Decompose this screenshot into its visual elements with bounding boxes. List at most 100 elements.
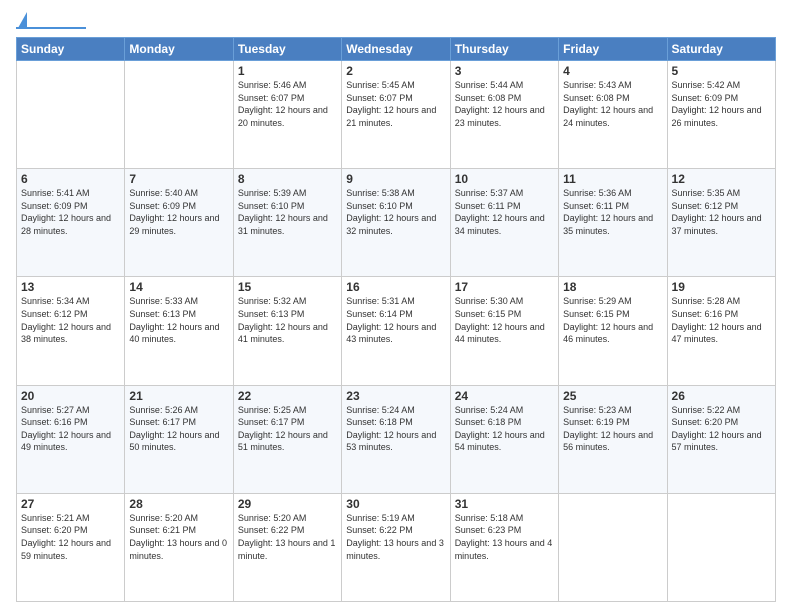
day-info: Sunrise: 5:24 AMSunset: 6:18 PMDaylight:… [455, 404, 554, 454]
calendar-cell [17, 61, 125, 169]
calendar-cell: 25Sunrise: 5:23 AMSunset: 6:19 PMDayligh… [559, 385, 667, 493]
day-number: 11 [563, 172, 662, 186]
day-number: 25 [563, 389, 662, 403]
day-number: 17 [455, 280, 554, 294]
calendar-cell: 12Sunrise: 5:35 AMSunset: 6:12 PMDayligh… [667, 169, 775, 277]
day-number: 1 [238, 64, 337, 78]
day-number: 24 [455, 389, 554, 403]
calendar-cell: 15Sunrise: 5:32 AMSunset: 6:13 PMDayligh… [233, 277, 341, 385]
weekday-header-saturday: Saturday [667, 38, 775, 61]
day-info: Sunrise: 5:22 AMSunset: 6:20 PMDaylight:… [672, 404, 771, 454]
weekday-header-thursday: Thursday [450, 38, 558, 61]
day-number: 8 [238, 172, 337, 186]
calendar-cell: 14Sunrise: 5:33 AMSunset: 6:13 PMDayligh… [125, 277, 233, 385]
day-number: 15 [238, 280, 337, 294]
calendar-cell: 8Sunrise: 5:39 AMSunset: 6:10 PMDaylight… [233, 169, 341, 277]
day-number: 4 [563, 64, 662, 78]
day-number: 31 [455, 497, 554, 511]
day-info: Sunrise: 5:33 AMSunset: 6:13 PMDaylight:… [129, 295, 228, 345]
day-info: Sunrise: 5:32 AMSunset: 6:13 PMDaylight:… [238, 295, 337, 345]
calendar-cell [125, 61, 233, 169]
calendar-cell: 1Sunrise: 5:46 AMSunset: 6:07 PMDaylight… [233, 61, 341, 169]
logo [16, 12, 86, 29]
day-info: Sunrise: 5:20 AMSunset: 6:21 PMDaylight:… [129, 512, 228, 562]
day-number: 20 [21, 389, 120, 403]
calendar-cell: 10Sunrise: 5:37 AMSunset: 6:11 PMDayligh… [450, 169, 558, 277]
day-number: 12 [672, 172, 771, 186]
day-info: Sunrise: 5:27 AMSunset: 6:16 PMDaylight:… [21, 404, 120, 454]
calendar-cell: 17Sunrise: 5:30 AMSunset: 6:15 PMDayligh… [450, 277, 558, 385]
day-number: 18 [563, 280, 662, 294]
calendar-cell: 7Sunrise: 5:40 AMSunset: 6:09 PMDaylight… [125, 169, 233, 277]
calendar-cell: 22Sunrise: 5:25 AMSunset: 6:17 PMDayligh… [233, 385, 341, 493]
calendar-cell: 5Sunrise: 5:42 AMSunset: 6:09 PMDaylight… [667, 61, 775, 169]
calendar-cell: 31Sunrise: 5:18 AMSunset: 6:23 PMDayligh… [450, 493, 558, 601]
day-info: Sunrise: 5:26 AMSunset: 6:17 PMDaylight:… [129, 404, 228, 454]
day-info: Sunrise: 5:28 AMSunset: 6:16 PMDaylight:… [672, 295, 771, 345]
calendar-cell [667, 493, 775, 601]
calendar-cell: 16Sunrise: 5:31 AMSunset: 6:14 PMDayligh… [342, 277, 450, 385]
day-info: Sunrise: 5:41 AMSunset: 6:09 PMDaylight:… [21, 187, 120, 237]
day-number: 22 [238, 389, 337, 403]
day-info: Sunrise: 5:24 AMSunset: 6:18 PMDaylight:… [346, 404, 445, 454]
calendar-cell: 29Sunrise: 5:20 AMSunset: 6:22 PMDayligh… [233, 493, 341, 601]
day-number: 29 [238, 497, 337, 511]
day-info: Sunrise: 5:21 AMSunset: 6:20 PMDaylight:… [21, 512, 120, 562]
day-number: 30 [346, 497, 445, 511]
day-number: 23 [346, 389, 445, 403]
day-info: Sunrise: 5:30 AMSunset: 6:15 PMDaylight:… [455, 295, 554, 345]
day-info: Sunrise: 5:20 AMSunset: 6:22 PMDaylight:… [238, 512, 337, 562]
day-info: Sunrise: 5:35 AMSunset: 6:12 PMDaylight:… [672, 187, 771, 237]
weekday-header-friday: Friday [559, 38, 667, 61]
calendar-week-row: 13Sunrise: 5:34 AMSunset: 6:12 PMDayligh… [17, 277, 776, 385]
weekday-header-wednesday: Wednesday [342, 38, 450, 61]
calendar-week-row: 1Sunrise: 5:46 AMSunset: 6:07 PMDaylight… [17, 61, 776, 169]
day-info: Sunrise: 5:31 AMSunset: 6:14 PMDaylight:… [346, 295, 445, 345]
calendar-cell: 20Sunrise: 5:27 AMSunset: 6:16 PMDayligh… [17, 385, 125, 493]
day-number: 9 [346, 172, 445, 186]
page: SundayMondayTuesdayWednesdayThursdayFrid… [0, 0, 792, 612]
day-info: Sunrise: 5:43 AMSunset: 6:08 PMDaylight:… [563, 79, 662, 129]
weekday-header-sunday: Sunday [17, 38, 125, 61]
calendar-cell: 28Sunrise: 5:20 AMSunset: 6:21 PMDayligh… [125, 493, 233, 601]
day-number: 6 [21, 172, 120, 186]
weekday-header-monday: Monday [125, 38, 233, 61]
day-info: Sunrise: 5:18 AMSunset: 6:23 PMDaylight:… [455, 512, 554, 562]
day-info: Sunrise: 5:34 AMSunset: 6:12 PMDaylight:… [21, 295, 120, 345]
day-number: 10 [455, 172, 554, 186]
day-info: Sunrise: 5:36 AMSunset: 6:11 PMDaylight:… [563, 187, 662, 237]
calendar-cell: 9Sunrise: 5:38 AMSunset: 6:10 PMDaylight… [342, 169, 450, 277]
calendar-cell: 23Sunrise: 5:24 AMSunset: 6:18 PMDayligh… [342, 385, 450, 493]
calendar-cell: 4Sunrise: 5:43 AMSunset: 6:08 PMDaylight… [559, 61, 667, 169]
calendar-cell: 18Sunrise: 5:29 AMSunset: 6:15 PMDayligh… [559, 277, 667, 385]
day-number: 16 [346, 280, 445, 294]
day-info: Sunrise: 5:44 AMSunset: 6:08 PMDaylight:… [455, 79, 554, 129]
day-info: Sunrise: 5:37 AMSunset: 6:11 PMDaylight:… [455, 187, 554, 237]
day-number: 21 [129, 389, 228, 403]
calendar-cell: 13Sunrise: 5:34 AMSunset: 6:12 PMDayligh… [17, 277, 125, 385]
calendar-table: SundayMondayTuesdayWednesdayThursdayFrid… [16, 37, 776, 602]
day-info: Sunrise: 5:42 AMSunset: 6:09 PMDaylight:… [672, 79, 771, 129]
day-info: Sunrise: 5:38 AMSunset: 6:10 PMDaylight:… [346, 187, 445, 237]
calendar-cell: 19Sunrise: 5:28 AMSunset: 6:16 PMDayligh… [667, 277, 775, 385]
day-number: 27 [21, 497, 120, 511]
day-info: Sunrise: 5:19 AMSunset: 6:22 PMDaylight:… [346, 512, 445, 562]
day-info: Sunrise: 5:39 AMSunset: 6:10 PMDaylight:… [238, 187, 337, 237]
calendar-cell: 24Sunrise: 5:24 AMSunset: 6:18 PMDayligh… [450, 385, 558, 493]
calendar-cell: 2Sunrise: 5:45 AMSunset: 6:07 PMDaylight… [342, 61, 450, 169]
logo-triangle-icon [18, 12, 27, 28]
calendar-cell [559, 493, 667, 601]
weekday-header-row: SundayMondayTuesdayWednesdayThursdayFrid… [17, 38, 776, 61]
day-info: Sunrise: 5:45 AMSunset: 6:07 PMDaylight:… [346, 79, 445, 129]
calendar-week-row: 6Sunrise: 5:41 AMSunset: 6:09 PMDaylight… [17, 169, 776, 277]
calendar-cell: 3Sunrise: 5:44 AMSunset: 6:08 PMDaylight… [450, 61, 558, 169]
calendar-cell: 6Sunrise: 5:41 AMSunset: 6:09 PMDaylight… [17, 169, 125, 277]
day-info: Sunrise: 5:25 AMSunset: 6:17 PMDaylight:… [238, 404, 337, 454]
day-number: 3 [455, 64, 554, 78]
day-info: Sunrise: 5:29 AMSunset: 6:15 PMDaylight:… [563, 295, 662, 345]
day-number: 7 [129, 172, 228, 186]
calendar-cell: 27Sunrise: 5:21 AMSunset: 6:20 PMDayligh… [17, 493, 125, 601]
day-number: 14 [129, 280, 228, 294]
calendar-cell: 11Sunrise: 5:36 AMSunset: 6:11 PMDayligh… [559, 169, 667, 277]
day-info: Sunrise: 5:46 AMSunset: 6:07 PMDaylight:… [238, 79, 337, 129]
